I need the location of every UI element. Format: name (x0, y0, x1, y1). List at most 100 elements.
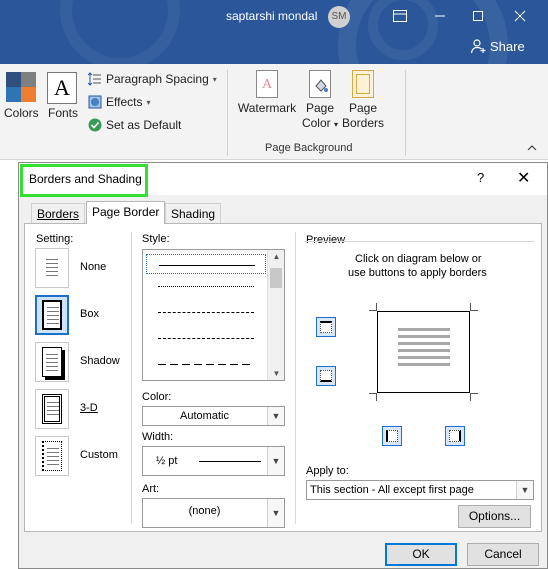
apply-to-value: This section - All except first page (310, 484, 474, 496)
effects-icon (88, 95, 102, 109)
right-border-button[interactable] (445, 426, 465, 446)
style-item-solid[interactable] (146, 254, 266, 274)
title-bar-decoration (60, 0, 180, 64)
setting-label: Setting: (36, 233, 74, 245)
fonts-label: Fonts (48, 106, 79, 120)
page-borders-button[interactable]: Page Borders (340, 70, 386, 131)
color-dropdown[interactable]: Automatic ▼ (142, 406, 285, 426)
width-dropdown[interactable]: ½ pt ▼ (142, 446, 285, 476)
share-button[interactable]: Share (470, 38, 525, 54)
left-border-button[interactable] (382, 426, 402, 446)
setting-custom-icon (35, 436, 69, 476)
options-button[interactable]: Options... (458, 505, 531, 528)
style-item-long-dash[interactable] (146, 354, 266, 374)
page-thumbnail (42, 441, 62, 471)
set-as-default-label: Set as Default (106, 118, 182, 132)
style-item-dash[interactable] (146, 328, 266, 348)
collapse-ribbon-icon[interactable] (527, 144, 537, 155)
paragraph-spacing-icon (88, 72, 101, 86)
apply-to-label: Apply to: (306, 465, 349, 477)
effects-label: Effects (106, 95, 143, 109)
paragraph-spacing-button[interactable]: Paragraph Spacing ▾ (88, 72, 217, 86)
apply-to-dropdown[interactable]: This section - All except first page ▼ (306, 480, 534, 500)
preview-hint: Click on diagram below or (355, 253, 482, 265)
maximize-icon[interactable] (458, 2, 498, 32)
dialog-title-bar[interactable]: Borders and Shading ? ✕ (19, 163, 547, 195)
scroll-down-icon[interactable]: ▼ (268, 369, 284, 378)
width-label: Width: (142, 431, 174, 443)
fonts-button[interactable]: A Fonts (44, 64, 84, 134)
avatar[interactable]: SM (328, 6, 350, 28)
colors-label: Colors (4, 106, 39, 120)
setting-custom[interactable]: Custom (35, 436, 135, 476)
window-close-icon[interactable] (500, 2, 540, 32)
setting-3d[interactable]: 3-D (35, 389, 135, 429)
ribbon-display-options-icon[interactable] (380, 2, 420, 32)
preview-diagram[interactable] (377, 311, 470, 393)
style-item-dotted[interactable] (146, 276, 266, 296)
watermark-icon: A (256, 70, 278, 98)
minimize-icon[interactable] (420, 2, 460, 32)
setting-shadow-icon (35, 342, 69, 382)
watermark-label: Watermark (237, 101, 297, 115)
chevron-down-icon: ▾ (212, 74, 217, 84)
tab-shading-label: Shading (171, 207, 216, 221)
setting-3d-label: 3-D (80, 402, 98, 414)
page-color-label: Page (305, 101, 335, 115)
page-color-button[interactable]: Page Color ▾ (298, 70, 342, 132)
user-name[interactable]: saptarshi mondal (226, 9, 317, 23)
bottom-border-button[interactable] (316, 366, 336, 386)
page-thumbnail (42, 300, 62, 330)
width-value: ½ pt (156, 455, 178, 467)
setting-none-label: None (80, 261, 107, 273)
corner-mark (470, 303, 478, 311)
setting-shadow[interactable]: Shadow (35, 342, 135, 382)
art-dropdown[interactable]: (none) ▼ (142, 498, 285, 528)
width-sample-line (199, 461, 261, 462)
ok-button[interactable]: OK (385, 543, 457, 566)
top-border-button[interactable] (316, 317, 336, 337)
color-label: Color: (142, 391, 172, 403)
page-thumbnail (42, 347, 62, 377)
page-color-icon (309, 70, 331, 98)
style-line-solid (159, 265, 255, 266)
cancel-button[interactable]: Cancel (467, 543, 539, 566)
preview-divider (304, 241, 534, 242)
preview-label: Preview (306, 234, 346, 246)
scroll-thumb[interactable] (270, 268, 282, 288)
effects-button[interactable]: Effects ▾ (88, 95, 150, 109)
watermark-button[interactable]: A Watermark (236, 70, 298, 116)
color-value: Automatic (180, 410, 229, 422)
setting-none-icon (35, 248, 69, 288)
group-divider (227, 70, 228, 156)
chevron-down-icon: ▾ (146, 97, 151, 107)
colors-button[interactable]: Colors (0, 64, 44, 134)
dialog-title: Borders and Shading (29, 172, 142, 186)
borders-and-shading-dialog: Borders and Shading ? ✕ Borders Page Bor… (18, 162, 548, 569)
help-button[interactable]: ? (477, 170, 484, 185)
setting-box[interactable]: Box (35, 295, 135, 335)
ribbon: Colors A Fonts Paragraph Spacing ▾ Effec… (0, 64, 548, 160)
tab-page-border[interactable]: Page Border (86, 201, 166, 224)
style-item-small-dash[interactable] (146, 302, 266, 322)
fonts-icon: A (47, 72, 77, 104)
colors-swatch-icon (6, 72, 36, 102)
style-list[interactable]: ▲ ▼ (142, 249, 285, 381)
setting-box-icon (35, 295, 69, 335)
paragraph-spacing-label: Paragraph Spacing (106, 72, 209, 86)
tab-shading[interactable]: Shading (165, 203, 222, 223)
set-as-default-button[interactable]: Set as Default (88, 118, 181, 132)
corner-mark (369, 393, 377, 401)
style-line-small-dash (158, 312, 254, 313)
page-color-label: Color ▾ (301, 116, 339, 130)
page-borders-label: Page (348, 101, 378, 115)
scroll-up-icon[interactable]: ▲ (268, 252, 284, 261)
setting-none[interactable]: None (35, 248, 135, 288)
share-label: Share (490, 38, 525, 54)
dialog-close-button[interactable]: ✕ (517, 168, 530, 188)
corner-mark (369, 303, 377, 311)
preview-hint: use buttons to apply borders (348, 267, 487, 279)
style-line-dotted (158, 286, 254, 287)
style-scrollbar[interactable]: ▲ ▼ (267, 250, 284, 380)
tab-borders[interactable]: Borders (31, 203, 86, 223)
